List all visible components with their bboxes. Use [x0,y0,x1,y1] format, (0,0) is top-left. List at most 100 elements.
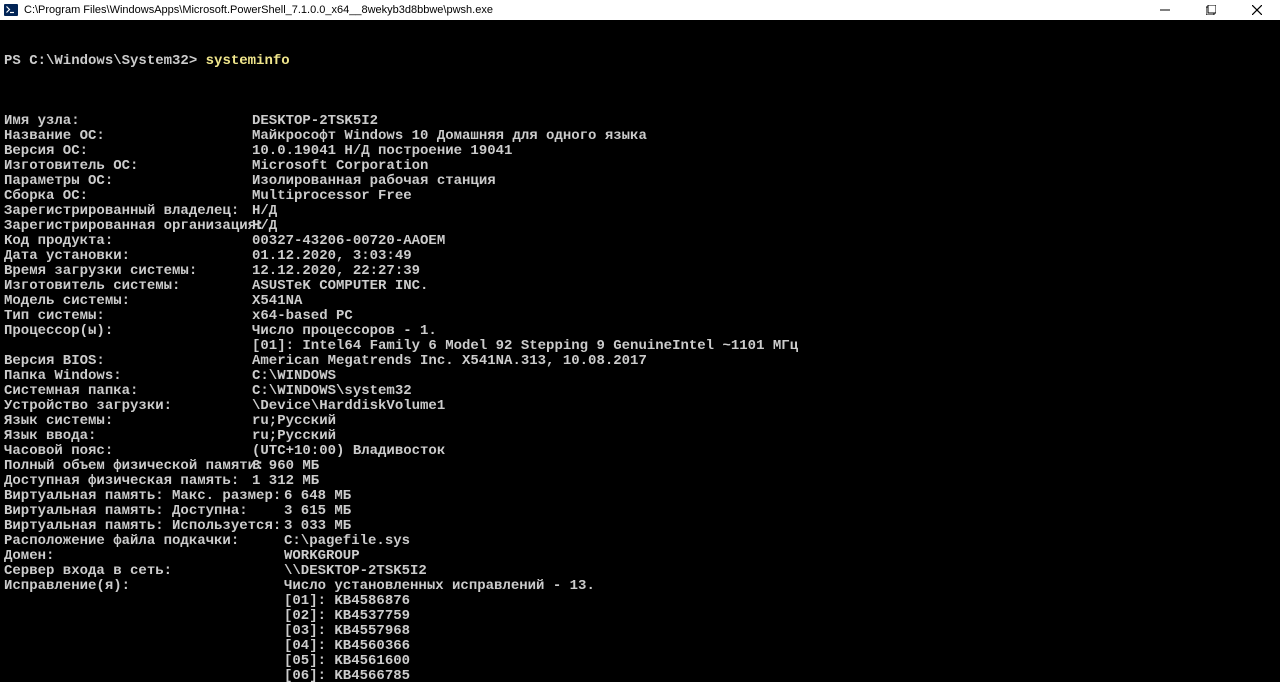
output-label: Параметры ОС: [4,174,252,189]
output-continuation: [06]: KB4566785 [4,669,1276,682]
output-row: Виртуальная память: Доступна:3 615 МБ [4,504,1276,519]
window-titlebar: C:\Program Files\WindowsApps\Microsoft.P… [0,0,1280,20]
output-label: Полный объем физической памяти: [4,459,252,474]
output-row: Сервер входа в сеть:\\DESKTOP-2TSK5I2 [4,564,1276,579]
output-row: Зарегистрированная организация:Н/Д [4,219,1276,234]
window-title: C:\Program Files\WindowsApps\Microsoft.P… [24,4,493,16]
output-value: 6 648 МБ [284,488,351,504]
titlebar-left: C:\Program Files\WindowsApps\Microsoft.P… [4,3,493,17]
output-value: ru;Русский [252,413,336,429]
output-label: Дата установки: [4,249,252,264]
prompt-path: PS C:\Windows\System32> [4,53,206,69]
output-value: DESKTOP-2TSK5I2 [252,113,378,129]
output-value: American Megatrends Inc. X541NA.313, 10.… [252,353,647,369]
output-continuation: [03]: KB4557968 [4,624,1276,639]
output-row: Системная папка:C:\WINDOWS\system32 [4,384,1276,399]
output-value: \Device\HarddiskVolume1 [252,398,445,414]
output-row: Расположение файла подкачки:C:\pagefile.… [4,534,1276,549]
output-label: Код продукта: [4,234,252,249]
output-value: Multiprocessor Free [252,188,412,204]
output-continuation: [02]: KB4537759 [4,609,1276,624]
powershell-icon [4,3,18,17]
output-row: Дата установки:01.12.2020, 3:03:49 [4,249,1276,264]
output-row: Язык ввода:ru;Русский [4,429,1276,444]
output-value: 3 033 МБ [284,518,351,534]
output-value: Н/Д [252,203,277,219]
output-value: Число процессоров - 1. [252,323,437,339]
output-row: Часовой пояс:(UTC+10:00) Владивосток [4,444,1276,459]
output-value: ru;Русский [252,428,336,444]
output-label: Расположение файла подкачки: [4,534,284,549]
output-row: Тип системы:x64-based PC [4,309,1276,324]
output-value: Майкрософт Windows 10 Домашняя для одног… [252,128,647,144]
output-continuation: [05]: KB4561600 [4,654,1276,669]
output-label: Системная папка: [4,384,252,399]
output-row: Сборка ОС:Multiprocessor Free [4,189,1276,204]
output-continuation: [04]: KB4560366 [4,639,1276,654]
output-value: 00327-43206-00720-AAOEM [252,233,445,249]
output-row: Папка Windows:C:\WINDOWS [4,369,1276,384]
output-value: C:\WINDOWS\system32 [252,383,412,399]
output-value: 12.12.2020, 22:27:39 [252,263,420,279]
output-label: Исправление(я): [4,579,284,594]
output-value: 10.0.19041 Н/Д построение 19041 [252,143,512,159]
output-label: Часовой пояс: [4,444,252,459]
output-value: (UTC+10:00) Владивосток [252,443,445,459]
output-value: C:\WINDOWS [252,368,336,384]
output-value: Изолированная рабочая станция [252,173,496,189]
minimize-button[interactable] [1142,0,1188,20]
output-row: Изготовитель системы:ASUSTeK COMPUTER IN… [4,279,1276,294]
terminal-area[interactable]: PS C:\Windows\System32> systeminfo Имя у… [0,20,1280,682]
output-value: WORKGROUP [284,548,360,564]
output-row: Зарегистрированный владелец:Н/Д [4,204,1276,219]
output-row: Виртуальная память: Используется:3 033 М… [4,519,1276,534]
output-row: Параметры ОС:Изолированная рабочая станц… [4,174,1276,189]
output-row: Код продукта:00327-43206-00720-AAOEM [4,234,1276,249]
output-row: Версия BIOS:American Megatrends Inc. X54… [4,354,1276,369]
output-row: Процессор(ы):Число процессоров - 1. [4,324,1276,339]
terminal-output: Имя узла:DESKTOP-2TSK5I2Название ОС:Майк… [4,114,1276,682]
output-row: Имя узла:DESKTOP-2TSK5I2 [4,114,1276,129]
output-label: Сборка ОС: [4,189,252,204]
output-label: Виртуальная память: Доступна: [4,504,284,519]
output-value: X541NA [252,293,302,309]
output-label: Процессор(ы): [4,324,252,339]
output-label: Язык ввода: [4,429,252,444]
output-value: x64-based PC [252,308,353,324]
output-label: Изготовитель ОС: [4,159,252,174]
maximize-button[interactable] [1188,0,1234,20]
output-row: Изготовитель ОС:Microsoft Corporation [4,159,1276,174]
output-row: Название ОС:Майкрософт Windows 10 Домашн… [4,129,1276,144]
output-label: Папка Windows: [4,369,252,384]
output-value: ASUSTeK COMPUTER INC. [252,278,428,294]
output-value: Число установленных исправлений - 13. [284,578,595,594]
window-controls [1142,0,1280,20]
output-label: Виртуальная память: Используется: [4,519,284,534]
output-label: Зарегистрированная организация: [4,219,252,234]
output-label: Зарегистрированный владелец: [4,204,252,219]
output-row: Версия ОС:10.0.19041 Н/Д построение 1904… [4,144,1276,159]
output-row: Доступная физическая память:1 312 МБ [4,474,1276,489]
output-label: Версия BIOS: [4,354,252,369]
output-label: Язык системы: [4,414,252,429]
prompt-command: systeminfo [206,53,290,69]
output-label: Виртуальная память: Макс. размер: [4,489,284,504]
output-label: Имя узла: [4,114,252,129]
output-label: Время загрузки системы: [4,264,252,279]
output-row: Полный объем физической памяти:3 960 МБ [4,459,1276,474]
output-label: Название ОС: [4,129,252,144]
output-value: 01.12.2020, 3:03:49 [252,248,412,264]
output-label: Домен: [4,549,284,564]
output-row: Модель системы:X541NA [4,294,1276,309]
output-label: Тип системы: [4,309,252,324]
output-row: Время загрузки системы:12.12.2020, 22:27… [4,264,1276,279]
output-row: Язык системы:ru;Русский [4,414,1276,429]
output-label: Изготовитель системы: [4,279,252,294]
output-label: Устройство загрузки: [4,399,252,414]
output-value: 1 312 МБ [252,473,319,489]
output-value: C:\pagefile.sys [284,533,410,549]
output-label: Модель системы: [4,294,252,309]
close-button[interactable] [1234,0,1280,20]
output-value: Н/Д [252,218,277,234]
output-row: Исправление(я):Число установленных испра… [4,579,1276,594]
